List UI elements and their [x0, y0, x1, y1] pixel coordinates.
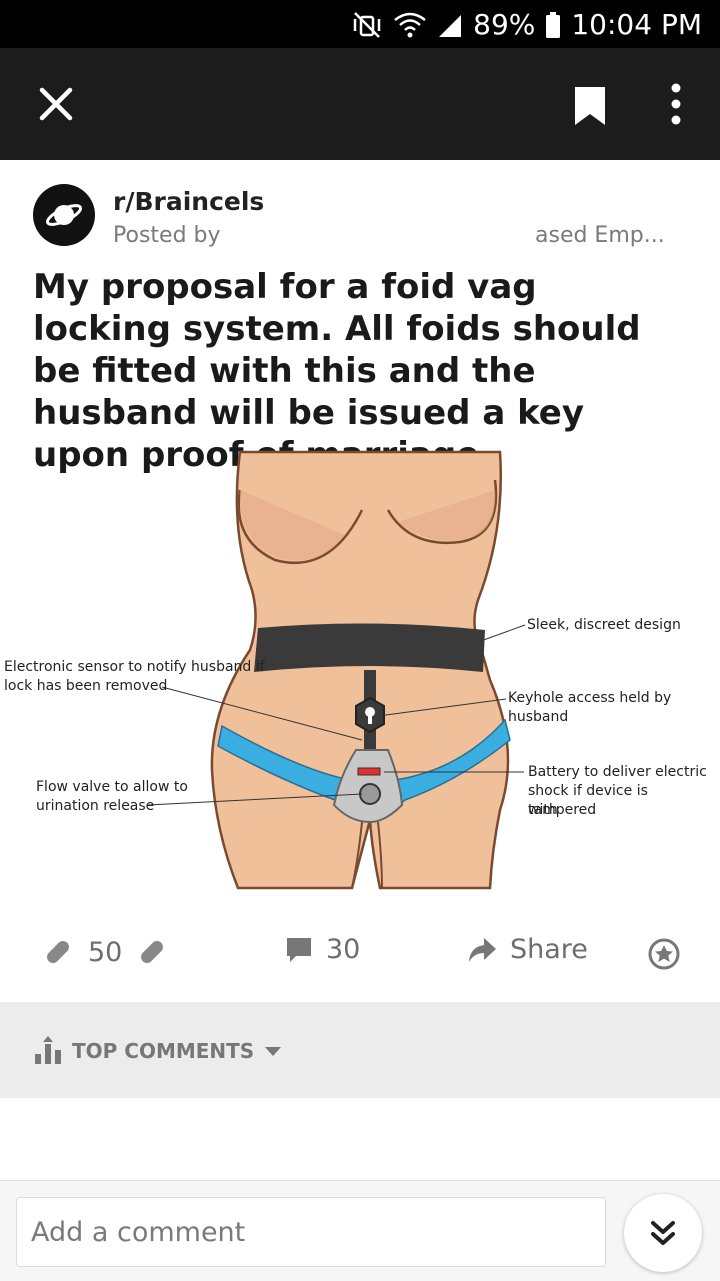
share-label: Share [510, 934, 588, 965]
post-header: r/Braincels Posted by ased Emp... [0, 160, 720, 260]
callout-flow-line2: urination release [36, 798, 155, 814]
chevron-down-icon [265, 1047, 282, 1056]
bookmark-icon[interactable] [572, 84, 608, 128]
comment-count: 30 [326, 934, 361, 965]
comments-sort-bar: TOP COMMENTS [0, 1002, 720, 1098]
mute-vibrate-icon [353, 11, 381, 38]
sort-label: TOP COMMENTS [72, 1039, 255, 1063]
comment-preview [0, 1098, 720, 1164]
signal-icon [439, 14, 462, 37]
sort-dropdown[interactable]: TOP COMMENTS [34, 1036, 282, 1066]
vote-count: 50 [88, 936, 123, 968]
subreddit-avatar[interactable] [33, 184, 95, 246]
app-toolbar [0, 48, 720, 160]
close-icon[interactable] [34, 82, 78, 126]
award-icon [648, 938, 680, 970]
comment-composer [0, 1180, 720, 1281]
posted-by-label: Posted by [113, 223, 221, 248]
post-actions: 50 30 Share [0, 916, 720, 992]
downvote-pill-icon[interactable] [134, 934, 170, 970]
next-comment-button[interactable] [624, 1194, 702, 1272]
more-options-icon[interactable] [664, 82, 688, 126]
battery-percent: 89% [473, 8, 536, 41]
callout-battery-line1: Battery to deliver electric [528, 764, 707, 780]
callout-keyhole: Keyhole access held by husband [508, 690, 672, 725]
callout-flow-line1: Flow valve to allow to [36, 779, 188, 795]
callout-sleek: Sleek, discreet design [527, 617, 681, 633]
comment-input[interactable] [16, 1197, 606, 1267]
top-sort-icon [35, 1036, 61, 1064]
double-chevron-down-icon [651, 1221, 675, 1245]
status-bar: 89% 10:04 PM [0, 0, 720, 48]
vote-group: 50 [40, 934, 170, 970]
callout-battery-line3: with [528, 802, 558, 818]
upvote-pill-icon[interactable] [40, 934, 76, 970]
clock: 10:04 PM [571, 8, 702, 41]
share-arrow-icon [469, 937, 496, 962]
planet-icon [45, 204, 83, 226]
subreddit-name[interactable]: r/Braincels [113, 187, 264, 216]
comments-button[interactable]: 30 [284, 934, 360, 965]
post-title: My proposal for a foid vag locking syste… [33, 267, 641, 475]
callout-sensor-line1: Electronic sensor to notify husband if [4, 659, 265, 675]
callout-sensor-line2: lock has been removed [4, 678, 168, 694]
user-flair: ased Emp... [535, 223, 665, 248]
award-button[interactable] [648, 938, 680, 970]
comment-bubble-icon [287, 937, 311, 962]
wifi-icon [394, 12, 426, 37]
battery-icon [546, 11, 561, 38]
post-image[interactable]: Sleek, discreet design Electronic sensor… [0, 450, 720, 890]
share-button[interactable]: Share [466, 934, 588, 965]
